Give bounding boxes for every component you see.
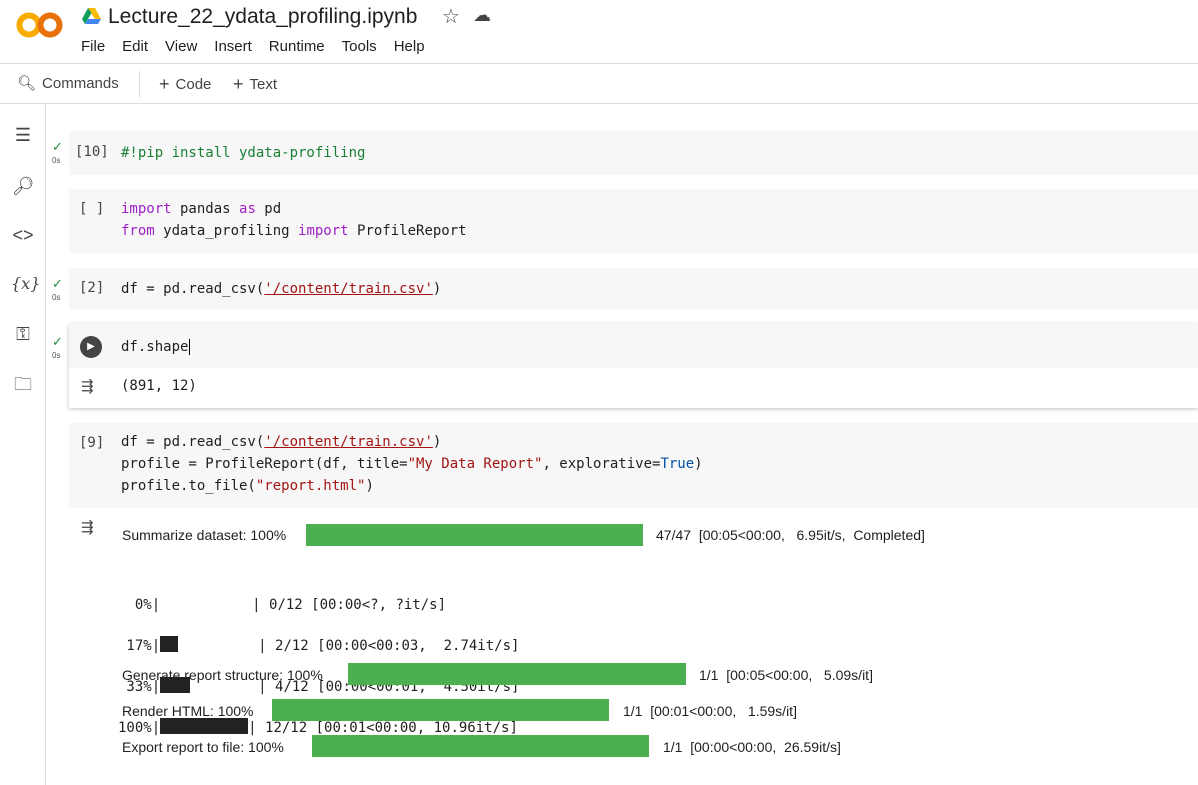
code-cell[interactable]: [10] #!pip install ydata-profiling [69, 131, 1198, 175]
progress-label: Render HTML: 100% [122, 703, 254, 719]
code-cell[interactable]: [9] df = pd.read_csv('/content/train.csv… [69, 423, 1198, 508]
toc-icon[interactable]: ☰ [11, 123, 35, 147]
tqdm-row: 17%| | 2/12 [00:00<00:03, 2.74it/s] [118, 635, 520, 654]
exec-count: [9] [79, 435, 105, 451]
menu-edit[interactable]: Edit [122, 38, 148, 55]
output-actions-icon[interactable]: ⇶ [81, 518, 94, 536]
progress-bar [312, 735, 649, 757]
menu-help[interactable]: Help [394, 38, 425, 55]
files-folder-icon[interactable]: 🗀 [11, 372, 35, 396]
menu-view[interactable]: View [165, 38, 197, 55]
progress-bar [306, 524, 643, 546]
menu-runtime[interactable]: Runtime [269, 38, 325, 55]
menu-tools[interactable]: Tools [342, 38, 377, 55]
plus-icon: + [159, 74, 170, 94]
tqdm-fill [160, 717, 249, 734]
left-sidebar: ☰ 🔎︎ <> {x} ⚿ 🗀 [0, 104, 46, 785]
code-snippets-icon[interactable]: <> [11, 223, 35, 247]
menu-file[interactable]: File [81, 38, 105, 55]
success-check-icon: ✓ [52, 334, 63, 349]
cloud-saved-icon[interactable]: ☁ [473, 5, 491, 26]
exec-time: 0s [52, 293, 61, 302]
progress-label: Export report to file: 100% [122, 739, 284, 755]
progress-bar [348, 663, 686, 685]
progress-stats: 1/1 [00:00<00:00, 26.59it/s] [663, 739, 841, 755]
exec-count: [2] [79, 280, 105, 296]
variables-icon[interactable]: {x} [11, 272, 40, 296]
exec-count: [10] [75, 144, 109, 160]
tqdm-fill [160, 635, 179, 652]
progress-stats: 47/47 [00:05<00:00, 6.95it/s, Completed] [656, 527, 925, 543]
drive-icon [82, 8, 101, 24]
success-check-icon: ✓ [52, 139, 63, 154]
menu-insert[interactable]: Insert [214, 38, 252, 55]
code-cell[interactable]: [ ] import pandas as pd from ydata_profi… [69, 189, 1198, 253]
code-editor[interactable]: df = pd.read_csv('/content/train.csv') p… [121, 431, 703, 497]
code-line[interactable]: #!pip install ydata-profiling [121, 142, 365, 164]
toolbar: 🔍︎ Commands + Code + Text [0, 63, 1198, 103]
exec-count: [ ] [79, 201, 105, 217]
colab-logo[interactable] [16, 10, 64, 40]
success-check-icon: ✓ [52, 276, 63, 291]
code-editor[interactable]: import pandas as pd from ydata_profiling… [121, 198, 467, 242]
code-cell[interactable]: [2] df = pd.read_csv('/content/train.csv… [69, 268, 1198, 310]
exec-time: 0s [52, 156, 61, 165]
add-code-button[interactable]: + Code [159, 74, 211, 95]
divider [0, 103, 1198, 104]
commands-button[interactable]: 🔍︎ Commands [17, 74, 119, 93]
code-line[interactable]: df = pd.read_csv('/content/train.csv') [121, 278, 441, 300]
code-line[interactable]: df.shape [121, 336, 191, 358]
divider [139, 71, 140, 97]
add-text-button[interactable]: + Text [233, 74, 277, 95]
search-icon: 🔍︎ [17, 75, 37, 92]
star-icon[interactable]: ☆ [442, 4, 460, 29]
progress-bar [272, 699, 609, 721]
menu-bar: File Edit View Insert Runtime Tools Help [81, 38, 442, 55]
notebook-title[interactable]: Lecture_22_ydata_profiling.ipynb [108, 5, 417, 29]
output-actions-icon[interactable]: ⇶ [81, 377, 94, 395]
progress-label: Summarize dataset: 100% [122, 527, 287, 543]
find-icon[interactable]: 🔎︎ [11, 174, 35, 198]
progress-stats: 1/1 [00:01<00:00, 1.59s/it] [623, 703, 797, 719]
plus-icon: + [233, 74, 244, 94]
progress-stats: 1/1 [00:05<00:00, 5.09s/it] [699, 667, 873, 683]
tqdm-row: 0%| | 0/12 [00:00<?, ?it/s] [118, 596, 447, 613]
cell-output: (891, 12) [121, 378, 197, 394]
secrets-key-icon[interactable]: ⚿ [11, 322, 35, 346]
progress-label: Generate report structure: 100% [122, 667, 323, 683]
exec-time: 0s [52, 351, 61, 360]
code-cell-focused[interactable]: ▶ df.shape ⇶ (891, 12) [69, 324, 1198, 408]
run-cell-button[interactable]: ▶ [80, 336, 102, 358]
